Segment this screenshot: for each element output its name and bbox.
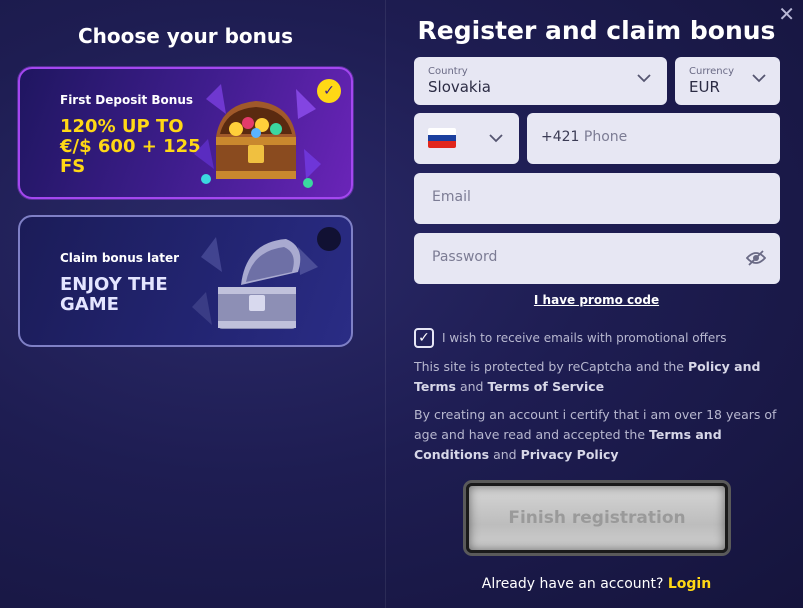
phone-input[interactable]: +421 Phone [527, 113, 780, 164]
chevron-down-icon [637, 74, 651, 83]
unselected-radio-icon [317, 227, 341, 251]
treasure-chest-icon [192, 237, 318, 329]
register-title: Register and claim bonus [417, 16, 776, 45]
country-value: Slovakia [428, 78, 491, 96]
promo-code-link[interactable]: I have promo code [413, 293, 780, 307]
promo-emails-checkbox[interactable]: ✓ [414, 328, 434, 348]
age-terms-notice: By creating an account i certify that i … [414, 407, 777, 462]
bonus-card-claim-later[interactable]: Claim bonus later ENJOY THE GAME [18, 215, 353, 347]
promo-emails-label: I wish to receive emails with promotiona… [442, 331, 727, 345]
currency-value: EUR [689, 78, 720, 96]
recaptcha-notice: This site is protected by reCaptcha and … [414, 359, 761, 394]
bonus-section-title: Choose your bonus [77, 24, 294, 48]
login-link[interactable]: Login [668, 576, 711, 592]
bonus-card-label: First Deposit Bonus [60, 93, 194, 107]
privacy-policy-link[interactable]: Privacy Policy [521, 447, 619, 462]
chevron-down-icon [752, 74, 766, 83]
phone-code: +421 [541, 129, 580, 145]
close-icon[interactable]: ✕ [778, 2, 795, 26]
chevron-down-icon [489, 134, 503, 143]
phone-placeholder: Phone [583, 129, 628, 145]
eye-off-icon[interactable] [746, 250, 766, 266]
selected-check-icon: ✓ [317, 79, 341, 103]
terms-of-service-link[interactable]: Terms of Service [487, 379, 604, 394]
country-label: Country [428, 66, 468, 77]
bonus-card-label: Claim bonus later [60, 251, 180, 265]
password-placeholder: Password [432, 249, 498, 265]
phone-country-select[interactable] [414, 113, 519, 164]
bonus-card-first-deposit[interactable]: First Deposit Bonus 120% UP TO €/$ 600 +… [18, 67, 353, 199]
email-input[interactable]: Email [414, 173, 780, 224]
country-select[interactable]: Country Slovakia [414, 57, 667, 105]
treasure-chest-icon [194, 84, 321, 188]
column-divider [385, 0, 386, 608]
password-input[interactable]: Password [414, 233, 780, 284]
currency-label: Currency [689, 66, 735, 77]
finish-registration-button[interactable]: Finish registration [466, 483, 728, 553]
currency-select[interactable]: Currency EUR [675, 57, 780, 105]
email-placeholder: Email [432, 189, 471, 205]
slovakia-flag-icon [428, 128, 456, 148]
login-prompt: Already have an account? Login [481, 576, 712, 592]
